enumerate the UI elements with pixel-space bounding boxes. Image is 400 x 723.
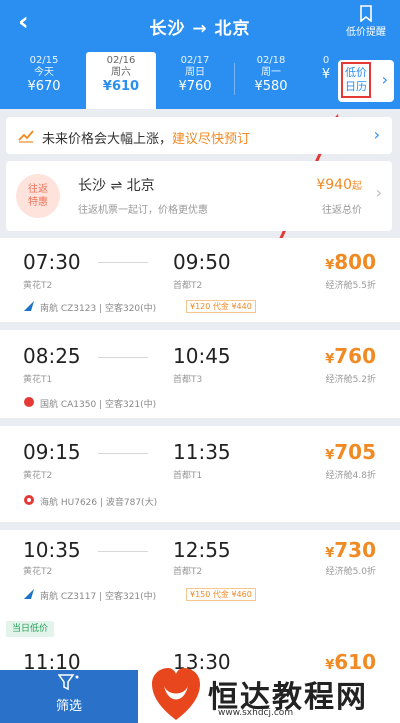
round-trip-price: ¥940起 [316, 177, 362, 193]
route-line [98, 453, 148, 454]
airline-logo-icon [24, 495, 34, 505]
trend-up-icon [18, 130, 34, 143]
departure-airport: 黄花T2 [23, 567, 53, 577]
flight-price-value: 730 [334, 538, 376, 562]
fare-discount: 经济舱5.5折 [325, 281, 376, 291]
filter-label: 筛选 [55, 699, 82, 714]
airline-info: 国航 CA1350 | 空客321(中) [40, 400, 157, 410]
voucher-tag: ¥150 代金 ¥460 [186, 588, 256, 601]
daily-lowest-label: 当日低价 [6, 621, 55, 637]
airline-info: 南航 CZ3117 | 空客321(中) [40, 592, 157, 602]
route-line [98, 551, 148, 552]
flight-card[interactable]: 11:10 13:30 ¥610 [0, 614, 400, 674]
departure-airport: 黄花T2 [23, 471, 53, 481]
arrival-airport: 首都T2 [173, 567, 203, 577]
divider [0, 322, 400, 330]
flight-price: ¥800 [325, 250, 376, 274]
chevron-right-icon: › [375, 183, 382, 202]
departure-time: 09:15 [23, 440, 81, 464]
arrival-time: 09:50 [173, 250, 231, 274]
departure-time: 07:30 [23, 250, 81, 274]
round-trip-badge: 往返 特惠 [16, 174, 60, 218]
route-line [98, 357, 148, 358]
arrival-time: 11:35 [173, 440, 231, 464]
airline-logo-icon [24, 589, 34, 599]
arrival-airport: 首都T1 [173, 471, 203, 481]
departure-time: 10:35 [23, 538, 81, 562]
price-trend-tip[interactable]: 未来价格会大幅上涨，建议尽快预订 › [6, 117, 392, 154]
round-trip-price-label: 往返总价 [322, 205, 362, 216]
filter-icon [58, 674, 79, 691]
fare-discount: 经济舱5.0折 [325, 567, 376, 577]
badge-line2: 特惠 [28, 197, 48, 208]
price-trend-text: 未来价格会大幅上涨，建议尽快预订 [42, 128, 250, 147]
arrival-airport: 首都T2 [173, 281, 203, 291]
round-trip-subtitle: 往返机票一起订，价格更优惠 [78, 205, 208, 216]
airline-logo-icon [24, 301, 34, 311]
airline-info: 海航 HU7626 | 波音787(大) [40, 498, 158, 508]
watermark-url: www.sxhdcj.com [218, 708, 294, 718]
divider [0, 418, 400, 426]
route-line [98, 262, 148, 263]
watermark: 恒达教程网 www.sxhdcj.com [138, 668, 400, 723]
fare-discount: 经济舱5.2折 [325, 375, 376, 385]
flight-card[interactable]: 09:15 11:35 ¥705 黄花T2 首都T1 经济舱4.8折 海航 HU… [0, 426, 400, 522]
filter-button[interactable]: 筛选 [0, 670, 138, 723]
round-trip-title: 长沙 ⇌ 北京 [78, 178, 155, 194]
flight-price-value: 800 [334, 250, 376, 274]
flight-card[interactable]: 07:30 09:50 ¥800 黄花T2 首都T2 经济舱5.5折 南航 CZ… [0, 238, 400, 322]
flight-price: ¥705 [325, 440, 376, 464]
price-trend-link: 建议尽快预订 [172, 132, 251, 147]
round-trip-price-suffix: 起 [352, 181, 362, 192]
currency-symbol: ¥ [325, 258, 335, 273]
bottom-bar: 筛选 恒达教程网 www.sxhdcj.com [0, 668, 400, 723]
departure-airport: 黄花T1 [23, 375, 53, 385]
flight-card[interactable]: 08:25 10:45 ¥760 黄花T1 首都T3 经济舱5.2折 国航 CA… [0, 330, 400, 418]
arrival-airport: 首都T3 [173, 375, 203, 385]
currency-symbol: ¥ [325, 546, 335, 561]
badge-line1: 往返 [28, 184, 48, 195]
fare-discount: 经济舱4.8折 [325, 471, 376, 481]
price-trend-prefix: 未来价格会大幅上涨， [42, 132, 173, 147]
voucher-tag: ¥120 代金 ¥440 [186, 300, 256, 313]
airline-info: 南航 CZ3123 | 空客320(中) [40, 304, 157, 314]
flight-card[interactable]: 10:35 12:55 ¥730 黄花T2 首都T2 经济舱5.0折 南航 CZ… [0, 530, 400, 614]
flight-price-value: 705 [334, 440, 376, 464]
round-trip-offer[interactable]: 往返 特惠 长沙 ⇌ 北京 往返机票一起订，价格更优惠 ¥940起 往返总价 › [6, 161, 392, 231]
departure-airport: 黄花T2 [23, 281, 53, 291]
currency-symbol: ¥ [325, 448, 335, 463]
heart-logo-icon [152, 668, 200, 720]
flight-price: ¥760 [325, 344, 376, 368]
arrival-time: 10:45 [173, 344, 231, 368]
airline-logo-icon [24, 397, 34, 407]
departure-time: 08:25 [23, 344, 81, 368]
chevron-right-icon: › [373, 125, 380, 144]
flight-price-value: 760 [334, 344, 376, 368]
divider [0, 522, 400, 530]
arrival-time: 12:55 [173, 538, 231, 562]
currency-symbol: ¥ [325, 352, 335, 367]
round-trip-price-value: ¥940 [316, 177, 352, 193]
flight-price: ¥730 [325, 538, 376, 562]
